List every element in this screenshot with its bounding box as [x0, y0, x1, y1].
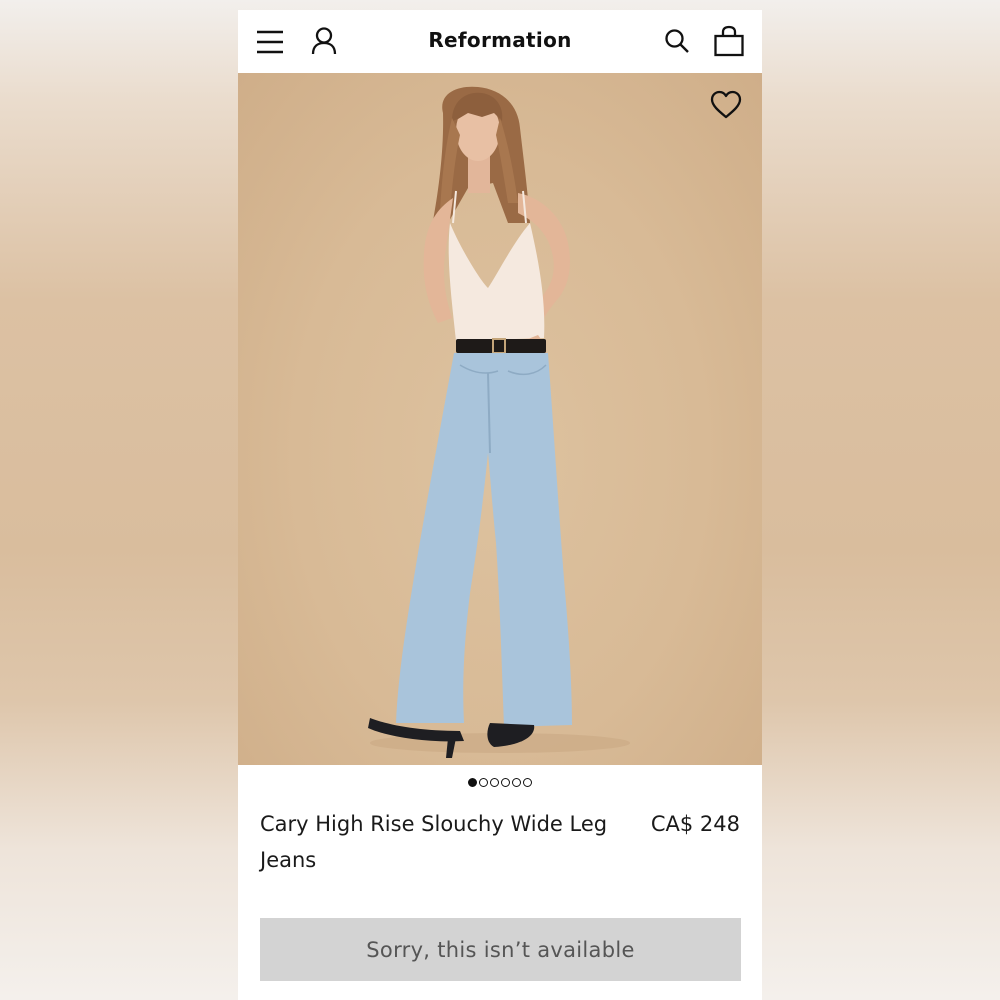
carousel-dot-1[interactable] [468, 777, 477, 787]
mobile-screen: Reformation Cary High Rise Slouchy Wide … [238, 10, 762, 1000]
product-price: CA$ 248 [650, 812, 740, 836]
menu-icon [257, 30, 283, 54]
account-button[interactable] [308, 25, 340, 57]
carousel-dot-5[interactable] [512, 777, 521, 787]
product-image[interactable] [238, 73, 762, 765]
search-button[interactable] [662, 26, 692, 56]
model-photo [368, 86, 630, 758]
menu-button[interactable] [254, 26, 286, 58]
carousel-dot-3[interactable] [490, 777, 499, 787]
unavailable-button[interactable]: Sorry, this isn’t available [260, 918, 741, 981]
wishlist-button[interactable] [708, 87, 744, 123]
product-name: Cary High Rise Slouchy Wide Leg Jeans [260, 812, 608, 872]
background-blur-right [762, 0, 1000, 1000]
image-carousel-dots [238, 775, 762, 789]
background-blur-left [0, 0, 238, 1000]
search-icon [665, 29, 689, 53]
brand-logo[interactable]: Reformation [388, 28, 612, 52]
carousel-dot-4[interactable] [501, 777, 510, 787]
shopping-bag-icon [714, 25, 744, 57]
site-header: Reformation [238, 10, 762, 73]
shopping-bag-button[interactable] [712, 24, 746, 58]
heart-icon [710, 90, 742, 119]
carousel-dot-6[interactable] [523, 777, 532, 787]
carousel-dot-2[interactable] [479, 777, 488, 787]
account-icon [311, 27, 337, 55]
